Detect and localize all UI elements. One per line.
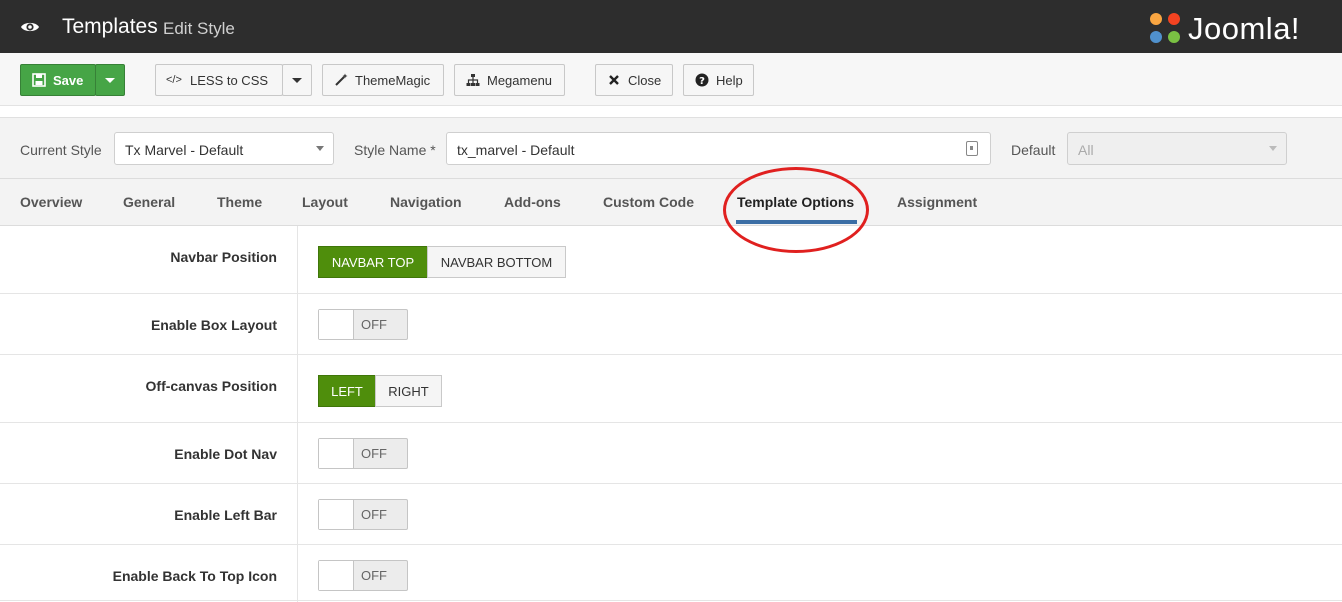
toggle-state: OFF (361, 446, 387, 461)
toggle-state: OFF (361, 568, 387, 583)
question-icon: ? (695, 73, 709, 87)
offcanvas-left-option[interactable]: LEFT (318, 375, 376, 407)
dot-nav-row: Enable Dot Nav OFF (0, 423, 1342, 484)
tab-navigation[interactable]: Navigation (390, 194, 462, 210)
tab-assignment[interactable]: Assignment (897, 194, 977, 210)
back-to-top-row: Enable Back To Top Icon OFF (0, 545, 1342, 601)
back-to-top-label: Enable Back To Top Icon (112, 568, 277, 584)
app-header: Templates Edit Style Joomla! (0, 0, 1342, 53)
chevron-down-icon (1269, 146, 1277, 151)
tab-bar: Overview General Theme Layout Navigation… (0, 179, 1342, 226)
navbar-position-label: Navbar Position (170, 249, 277, 265)
joomla-logo-text: Joomla! (1188, 11, 1301, 46)
current-style-label: Current Style (20, 142, 102, 158)
current-style-select[interactable]: Tx Marvel - Default (114, 132, 334, 165)
style-name-label: Style Name * (354, 142, 436, 158)
toggle-state: OFF (361, 317, 387, 332)
save-button-label: Save (53, 72, 84, 88)
default-select[interactable]: All (1067, 132, 1287, 165)
left-bar-label: Enable Left Bar (174, 507, 277, 523)
clipboard-icon (966, 141, 978, 156)
offcanvas-position-label: Off-canvas Position (145, 378, 277, 394)
default-label: Default (1011, 142, 1056, 158)
chevron-down-icon (316, 146, 324, 151)
toggle-state: OFF (361, 507, 387, 522)
tab-overview[interactable]: Overview (20, 194, 82, 210)
close-icon (609, 75, 619, 85)
box-layout-label: Enable Box Layout (150, 317, 277, 333)
style-bar: Current Style Tx Marvel - Default Style … (0, 117, 1342, 179)
less-to-css-button[interactable]: </> LESS to CSS (155, 64, 283, 96)
svg-text:?: ? (699, 76, 705, 87)
tab-theme[interactable]: Theme (217, 194, 262, 210)
navbar-bottom-option[interactable]: NAVBAR BOTTOM (427, 246, 566, 278)
left-bar-row: Enable Left Bar OFF (0, 484, 1342, 545)
offcanvas-position-row: Off-canvas Position LEFT RIGHT (0, 355, 1342, 423)
help-label: Help (716, 72, 743, 88)
save-button[interactable]: Save (20, 64, 96, 96)
offcanvas-right-option[interactable]: RIGHT (375, 375, 442, 407)
default-value: All (1078, 142, 1094, 158)
current-style-value: Tx Marvel - Default (125, 142, 244, 158)
less-options-dropdown[interactable] (282, 64, 312, 96)
megamenu-label: Megamenu (487, 72, 553, 88)
toggle-knob (319, 561, 354, 590)
less-to-css-label: LESS to CSS (190, 72, 269, 88)
toggle-knob (319, 310, 354, 339)
navbar-position-row: Navbar Position NAVBAR TOP NAVBAR BOTTOM (0, 226, 1342, 294)
save-icon (32, 73, 46, 87)
back-to-top-toggle[interactable]: OFF (318, 560, 408, 591)
page-title: Templates (62, 15, 158, 38)
navbar-top-option[interactable]: NAVBAR TOP (318, 246, 428, 278)
megamenu-button[interactable]: Megamenu (454, 64, 565, 96)
box-layout-toggle[interactable]: OFF (318, 309, 408, 340)
box-layout-row: Enable Box Layout OFF (0, 294, 1342, 355)
wand-icon (335, 73, 348, 86)
thememagic-button[interactable]: ThemeMagic (322, 64, 444, 96)
dot-nav-toggle[interactable]: OFF (318, 438, 408, 469)
close-label: Close (628, 72, 662, 88)
joomla-logo[interactable]: Joomla! (1146, 9, 1336, 47)
left-bar-toggle[interactable]: OFF (318, 499, 408, 530)
close-button[interactable]: Close (595, 64, 673, 96)
chevron-down-icon (292, 77, 302, 83)
toolbar: Save </> LESS to CSS ThemeMagic Megamenu… (0, 53, 1342, 106)
tab-general[interactable]: General (123, 194, 175, 210)
style-name-value: tx_marvel - Default (457, 142, 575, 158)
eye-icon (21, 22, 39, 32)
style-name-input[interactable]: tx_marvel - Default (446, 132, 991, 165)
help-button[interactable]: ? Help (683, 64, 754, 96)
dot-nav-label: Enable Dot Nav (174, 446, 277, 462)
sitemap-icon (466, 74, 480, 86)
thememagic-label: ThemeMagic (355, 72, 431, 88)
code-icon: </> (166, 74, 182, 86)
tab-add-ons[interactable]: Add-ons (504, 194, 561, 210)
save-options-dropdown[interactable] (95, 64, 125, 96)
toggle-knob (319, 500, 354, 529)
chevron-down-icon (105, 77, 115, 83)
tab-layout[interactable]: Layout (302, 194, 348, 210)
toggle-knob (319, 439, 354, 468)
joomla-logo-icon (1150, 13, 1180, 43)
page-subtitle: Edit Style (163, 19, 235, 38)
tab-custom-code[interactable]: Custom Code (603, 194, 694, 210)
